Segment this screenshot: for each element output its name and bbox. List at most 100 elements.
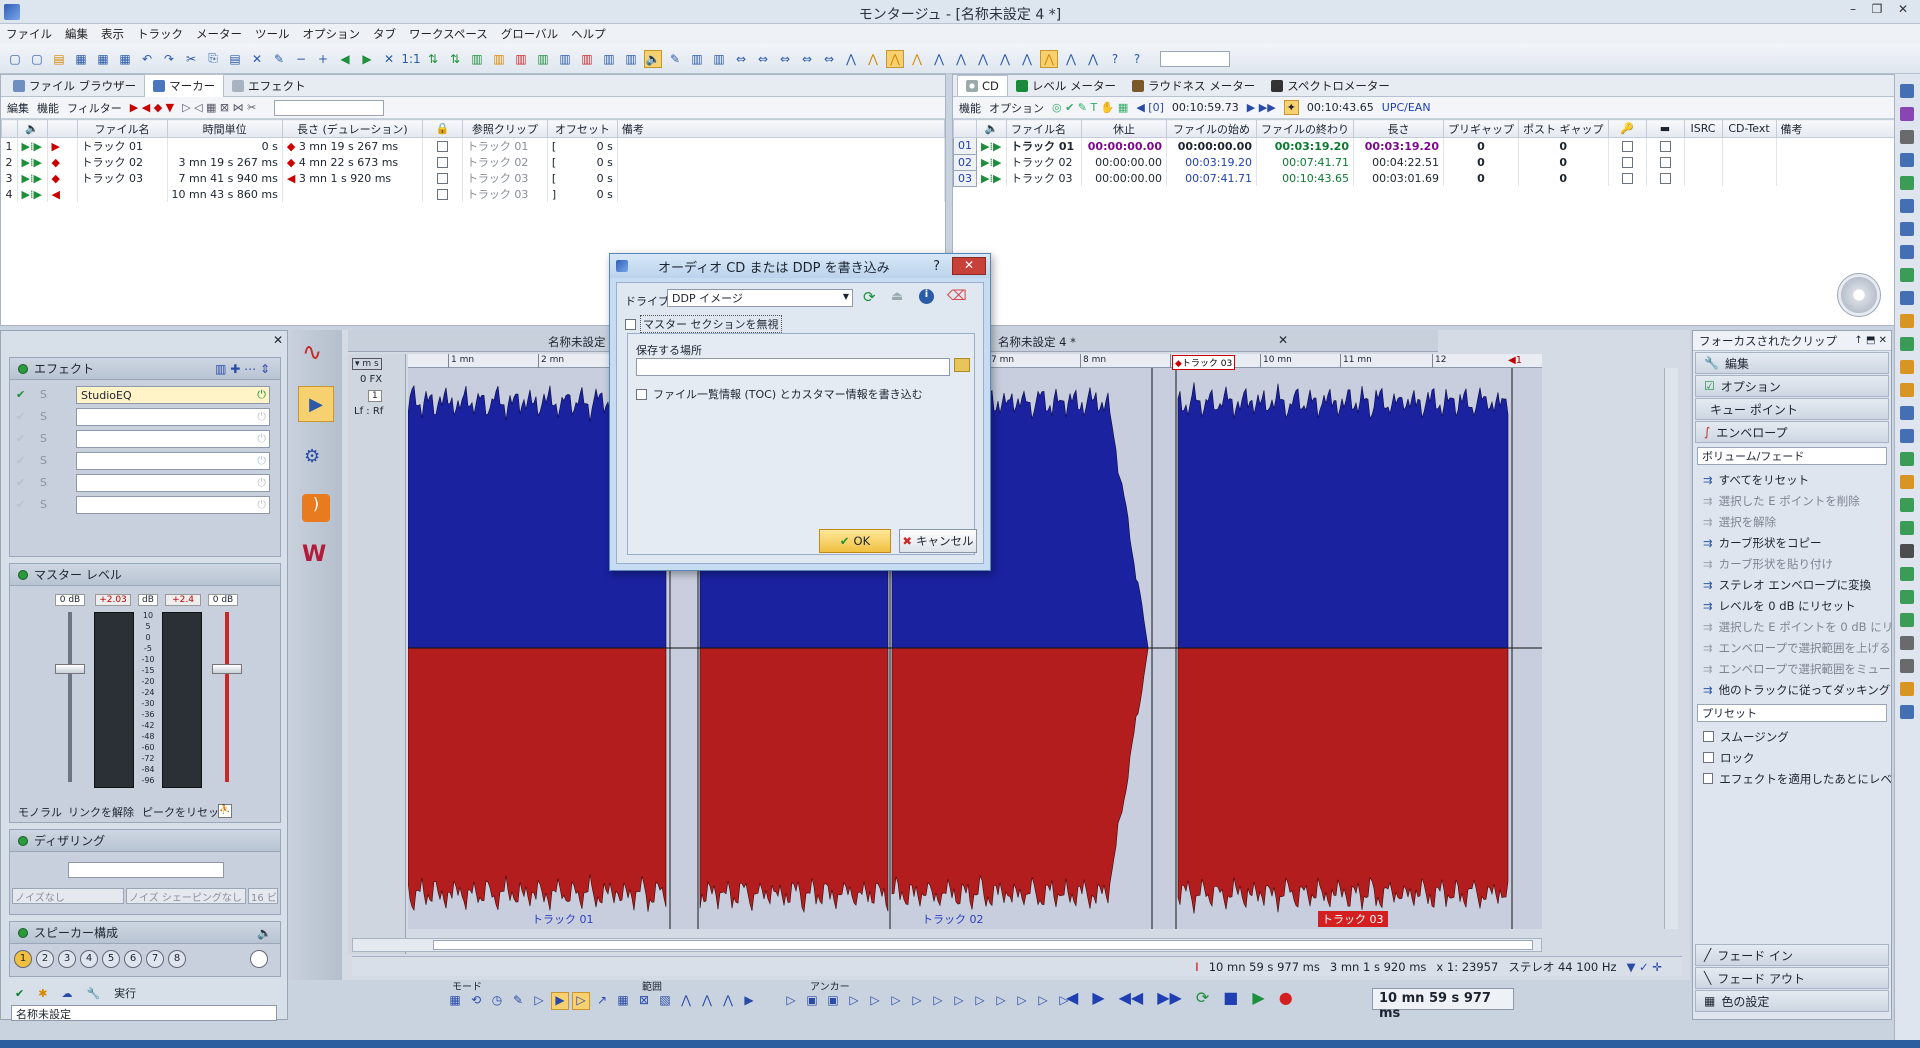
- toolbar-icon-29[interactable]: 🔈: [644, 49, 662, 68]
- cd-notes[interactable]: [1776, 170, 1895, 186]
- side-tool-icon-19[interactable]: [1900, 521, 1914, 535]
- play-marker-icon[interactable]: ▶⁞▶: [17, 170, 48, 186]
- speaker-channel-5[interactable]: 5: [102, 950, 120, 968]
- mode-tool-icon-8[interactable]: ▦: [614, 992, 632, 1010]
- fx-power-icon[interactable]: ⏻: [257, 476, 266, 490]
- speaker-channel-2[interactable]: 2: [36, 950, 54, 968]
- side-tool-icon-8[interactable]: [1900, 268, 1914, 282]
- status-position[interactable]: 10 mn 59 s 977 ms: [1209, 960, 1320, 974]
- toolbar-icon-31[interactable]: ▥: [688, 50, 706, 68]
- toolbar-icon-6[interactable]: ↶: [138, 50, 156, 68]
- panel-bottom-section-0[interactable]: ╱ フェード イン: [1695, 944, 1889, 966]
- cd-pregap[interactable]: 0: [1443, 170, 1519, 186]
- cancel-button[interactable]: ✖ キャンセル: [899, 529, 977, 553]
- montage-hscroll[interactable]: [352, 938, 1542, 952]
- lock-cell[interactable]: [422, 154, 463, 170]
- mode-tool-icon-1[interactable]: ⟲: [467, 992, 485, 1010]
- cd-lock-checkbox[interactable]: [1621, 157, 1633, 168]
- side-tool-icon-3[interactable]: [1900, 153, 1914, 167]
- side-tool-icon-13[interactable]: [1900, 383, 1914, 397]
- bypass-master-checkbox[interactable]: マスター セクションを無視: [625, 315, 782, 333]
- cd-flag-cell[interactable]: [1646, 154, 1685, 170]
- toolbar-icon-42[interactable]: ⋀: [930, 50, 948, 68]
- effects-menu-icons[interactable]: ▥ ✚ ⋯ ⇕: [215, 362, 270, 376]
- panel-bottom-section-2[interactable]: ▦ 色の設定: [1695, 990, 1889, 1012]
- toolbar-icon-2[interactable]: ▤: [50, 50, 68, 68]
- side-tool-icon-20[interactable]: [1900, 544, 1914, 558]
- envelope-action[interactable]: ⇉選択した E ポイントを 0 dB にリセット: [1693, 616, 1891, 637]
- toolbar-icon-22[interactable]: ▥: [490, 50, 508, 68]
- toolbar-icon-7[interactable]: ↷: [160, 50, 178, 68]
- marker-row[interactable]: 3 ▶⁞▶ ◆ トラック 03 7 mn 41 s 940 ms ◀ 3 mn 1 s 9…: [1, 170, 946, 186]
- mode-tool-icon-26[interactable]: ▷: [992, 992, 1010, 1010]
- side-tool-icon-9[interactable]: [1900, 291, 1914, 305]
- lock-checkbox[interactable]: [436, 141, 448, 152]
- marker-name[interactable]: [77, 186, 168, 202]
- cd-play-icon[interactable]: ▶⁞▶: [976, 137, 1007, 154]
- col-length[interactable]: 長さ (デュレーション): [281, 119, 423, 138]
- hscroll-thumb[interactable]: [433, 940, 1533, 950]
- dialog-help-button[interactable]: ?: [933, 259, 940, 274]
- side-tool-icon-4[interactable]: [1900, 176, 1914, 190]
- filter-menu[interactable]: フィルター: [67, 100, 122, 116]
- cd-cdtext[interactable]: [1722, 137, 1777, 154]
- ruler-marker-track3[interactable]: ◆トラック 03: [1172, 355, 1236, 370]
- fader-right-handle[interactable]: [212, 664, 242, 674]
- fx-power-icon[interactable]: ⏻: [257, 410, 266, 424]
- tab-markers[interactable]: マーカー: [144, 74, 225, 97]
- toolbar-icon-51[interactable]: ?: [1128, 50, 1146, 68]
- toolbar-icon-4[interactable]: ▦: [94, 50, 112, 68]
- marker-search-input[interactable]: [274, 99, 385, 116]
- fast-forward-icon[interactable]: ▶▶: [1157, 988, 1182, 1007]
- prev-icon[interactable]: ◀: [1066, 988, 1078, 1007]
- envelope-action[interactable]: ⇉ エンベロープで選択範囲をミュート: [1693, 658, 1891, 679]
- mode-tool-icon-13[interactable]: ⋀: [719, 992, 737, 1010]
- tab-cd[interactable]: CD: [957, 75, 1008, 96]
- marker-notes[interactable]: [617, 137, 946, 154]
- tab-file-browser[interactable]: ファイル ブラウザー: [5, 75, 144, 97]
- minimize-button[interactable]: –: [1842, 2, 1864, 20]
- wrench-icon[interactable]: 🔧: [86, 987, 100, 1000]
- toolbar-icon-35[interactable]: ⇔: [776, 50, 794, 68]
- toolbar-icon-36[interactable]: ⇔: [798, 50, 816, 68]
- toolbar-icon-43[interactable]: ⋀: [952, 50, 970, 68]
- cd-lock-cell[interactable]: [1608, 137, 1647, 154]
- cd-track-row[interactable]: 02 ▶⁞▶ トラック 02 00:00:00.00 00:03:19.20 00:07:…: [953, 153, 1895, 171]
- cd-pause[interactable]: 00:00:00.00: [1081, 137, 1167, 154]
- cd-col-start[interactable]: ファイルの始め: [1166, 119, 1257, 138]
- side-tool-icon-23[interactable]: [1900, 613, 1914, 627]
- side-tool-icon-26[interactable]: [1900, 682, 1914, 696]
- cd-play-icon[interactable]: ▶⁞▶: [976, 170, 1007, 186]
- cd-lock-checkbox[interactable]: [1621, 141, 1633, 152]
- toolbar-icon-25[interactable]: ▥: [556, 50, 574, 68]
- toolbar-icon-33[interactable]: ⇔: [732, 50, 750, 68]
- preset-select[interactable]: プリセット: [1697, 704, 1887, 722]
- envelope-option[interactable]: スムージング: [1693, 726, 1891, 747]
- fx-slot[interactable]: [76, 430, 270, 448]
- marker-length-cell[interactable]: ◆ 3 mn 19 s 267 ms: [282, 137, 423, 154]
- preset-field[interactable]: 名称未設定: [11, 1005, 277, 1021]
- envelope-action[interactable]: ⇉ 選択した E ポイントを削除: [1693, 490, 1891, 511]
- lock-cell[interactable]: [422, 137, 463, 154]
- browse-folder-icon[interactable]: [954, 358, 970, 372]
- cd-notes[interactable]: [1776, 137, 1895, 154]
- cd-pause[interactable]: 00:00:00.00: [1081, 170, 1167, 186]
- col-offset[interactable]: オフセット: [546, 119, 618, 138]
- toolbar-icon-13[interactable]: −: [292, 50, 310, 68]
- erase-icon[interactable]: ⌫: [947, 288, 967, 304]
- effects-rack-icon[interactable]: ⚙: [304, 446, 320, 467]
- mode-tool-icon-6[interactable]: ▷: [572, 992, 590, 1010]
- tab-loudness-meter[interactable]: ラウドネス メーター: [1124, 75, 1263, 97]
- marker-row[interactable]: 2 ▶⁞▶ ◆ トラック 02 3 mn 19 s 267 ms ◆ 4 mn 22 s …: [1, 154, 946, 170]
- mode-tool-icon-25[interactable]: ▷: [971, 992, 989, 1010]
- side-tool-icon-11[interactable]: [1900, 337, 1914, 351]
- cd-col-pause[interactable]: 休止: [1081, 119, 1167, 138]
- cd-col-end[interactable]: ファイルの終わり: [1256, 119, 1354, 138]
- menu-item-6[interactable]: オプション: [303, 26, 361, 42]
- status-length[interactable]: 3 mn 1 s 920 ms: [1330, 960, 1427, 974]
- play-track-icon[interactable]: ▶ ▶▶: [1247, 101, 1276, 114]
- fx-power-icon[interactable]: ⏻: [257, 454, 266, 468]
- doc-tab-2[interactable]: 名称未設定 4 *: [998, 334, 1076, 350]
- save-location-input[interactable]: [636, 358, 950, 376]
- envelope-action[interactable]: ⇉ レベルを 0 dB にリセット: [1693, 595, 1891, 616]
